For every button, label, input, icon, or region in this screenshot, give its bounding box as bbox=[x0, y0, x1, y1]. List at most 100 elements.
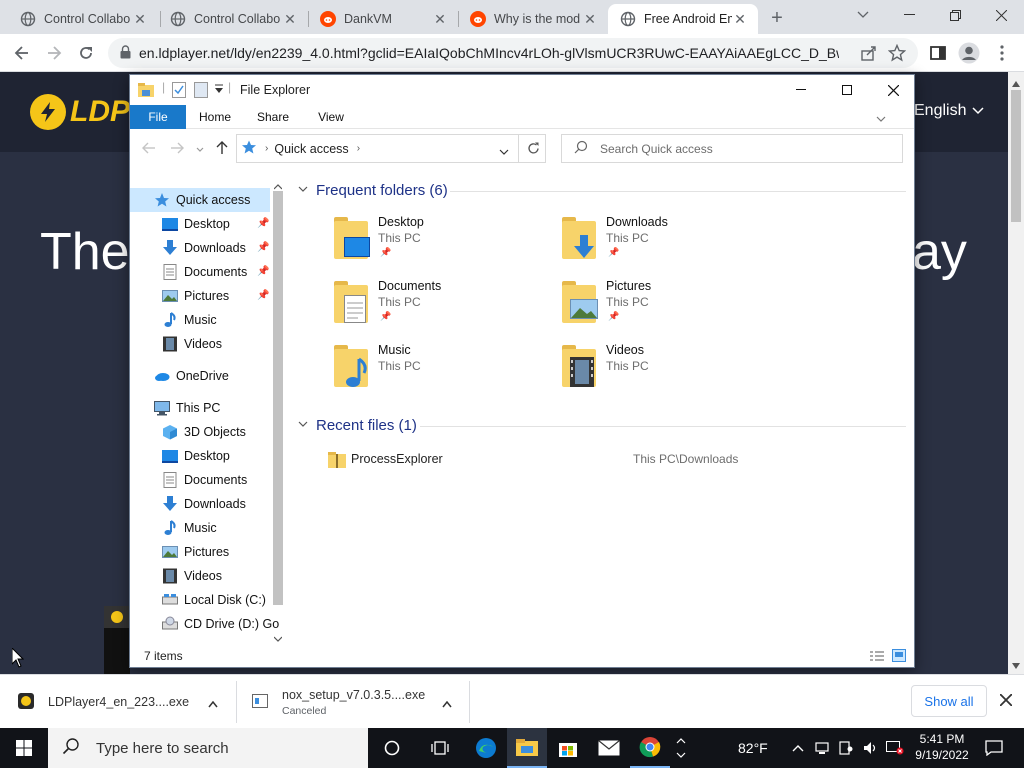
address-history-icon[interactable] bbox=[499, 145, 509, 159]
edge-browser-icon[interactable] bbox=[466, 728, 506, 768]
maximize-button[interactable] bbox=[824, 75, 870, 105]
cortana-icon[interactable] bbox=[372, 728, 412, 768]
side-panel-icon[interactable] bbox=[924, 39, 952, 67]
expand-ribbon-icon[interactable] bbox=[876, 112, 886, 126]
chevron-right-icon[interactable]: › bbox=[357, 143, 360, 154]
explorer-title-bar[interactable]: | | File Explorer bbox=[130, 75, 914, 105]
nav-item-onedrive[interactable]: OneDrive bbox=[130, 364, 270, 388]
file-explorer-taskbar-icon[interactable] bbox=[507, 728, 547, 768]
new-tab-button[interactable]: + bbox=[764, 5, 790, 31]
nav-item-documents[interactable]: Documents bbox=[130, 468, 270, 492]
task-view-icon[interactable] bbox=[420, 728, 460, 768]
tab-share[interactable]: Share bbox=[250, 105, 296, 129]
clock[interactable]: 5:41 PM 9/19/2022 bbox=[912, 731, 972, 763]
nav-item-3d-objects[interactable]: 3D Objects bbox=[130, 420, 270, 444]
nav-item-documents[interactable]: Documents 📌 bbox=[130, 260, 270, 284]
tab-file[interactable]: File bbox=[130, 105, 186, 129]
nav-item-pictures[interactable]: Pictures bbox=[130, 540, 270, 564]
qat-dropdown-icon[interactable] bbox=[214, 83, 224, 98]
tab-view[interactable]: View bbox=[308, 105, 354, 129]
minimize-button[interactable] bbox=[886, 0, 932, 30]
nav-item-this-pc[interactable]: This PC bbox=[130, 396, 270, 420]
share-icon[interactable] bbox=[860, 44, 878, 65]
forward-arrow-icon[interactable] bbox=[170, 142, 184, 157]
folder-tile-music[interactable]: Music This PC bbox=[330, 343, 550, 403]
scrollbar-thumb[interactable] bbox=[273, 191, 283, 605]
chrome-icon[interactable] bbox=[630, 728, 670, 768]
nav-item-desktop[interactable]: Desktop bbox=[130, 444, 270, 468]
new-folder-icon[interactable] bbox=[194, 82, 208, 101]
browser-tab[interactable]: Why is the mod ✕ bbox=[458, 4, 608, 34]
mail-icon[interactable] bbox=[589, 728, 629, 768]
address-box[interactable]: › Quick access › bbox=[236, 134, 546, 163]
nav-item-videos[interactable]: Videos bbox=[130, 564, 270, 588]
file-explorer-window[interactable]: | | File Explorer File Home Share View ›… bbox=[129, 74, 915, 668]
folder-tile-documents[interactable]: Documents This PC 📌 bbox=[330, 279, 550, 339]
browser-tab[interactable]: Control Collabo ✕ bbox=[158, 4, 308, 34]
close-window-button[interactable] bbox=[870, 75, 916, 105]
close-icon[interactable]: ✕ bbox=[732, 11, 748, 28]
device-icon[interactable] bbox=[834, 728, 858, 768]
nav-item-downloads[interactable]: Downloads 📌 bbox=[130, 236, 270, 260]
bookmark-star-icon[interactable] bbox=[887, 43, 907, 65]
chevron-down-icon[interactable] bbox=[840, 0, 886, 30]
close-icon[interactable]: ✕ bbox=[132, 11, 148, 28]
nav-item-music[interactable]: Music bbox=[130, 516, 270, 540]
ldplayer-logo[interactable]: LDP bbox=[30, 94, 130, 130]
forward-arrow-icon[interactable] bbox=[40, 39, 68, 67]
scrollbar-thumb[interactable] bbox=[1011, 90, 1021, 222]
recent-file-row[interactable]: ProcessExplorer This PC\Downloads bbox=[326, 449, 806, 471]
chevron-up-icon[interactable] bbox=[208, 697, 218, 711]
folder-tile-downloads[interactable]: Downloads This PC 📌 bbox=[558, 215, 778, 275]
up-arrow-icon[interactable] bbox=[216, 140, 228, 157]
navigation-pane-scrollbar[interactable] bbox=[270, 175, 286, 643]
scroll-up-icon[interactable] bbox=[1012, 76, 1020, 90]
weather-temperature[interactable]: 82°F bbox=[738, 740, 768, 756]
close-icon[interactable]: ✕ bbox=[582, 11, 598, 28]
volume-icon[interactable] bbox=[858, 728, 882, 768]
download-item[interactable]: LDPlayer4_en_223....exe bbox=[18, 675, 228, 729]
folder-tile-pictures[interactable]: Pictures This PC 📌 bbox=[558, 279, 778, 339]
restore-button[interactable] bbox=[932, 0, 978, 30]
nav-item-desktop[interactable]: Desktop 📌 bbox=[130, 212, 270, 236]
recent-locations-icon[interactable] bbox=[196, 142, 204, 156]
nav-item-downloads[interactable]: Downloads bbox=[130, 492, 270, 516]
lock-icon[interactable] bbox=[120, 44, 131, 62]
download-item[interactable]: nox_setup_v7.0.3.5....exe Canceled bbox=[252, 675, 462, 729]
keyboard-layout-icon[interactable] bbox=[882, 728, 908, 768]
more-menu-icon[interactable] bbox=[988, 39, 1016, 67]
nav-item-videos[interactable]: Videos bbox=[130, 332, 270, 356]
browser-tab[interactable]: Control Collabo ✕ bbox=[8, 4, 158, 34]
back-arrow-icon[interactable] bbox=[8, 39, 36, 67]
recent-files-header[interactable]: Recent files (1) bbox=[298, 417, 417, 434]
chevron-up-icon[interactable] bbox=[784, 728, 812, 768]
nav-item-cd-drive[interactable]: CD Drive (D:) Go bbox=[130, 612, 279, 636]
notification-icon[interactable] bbox=[974, 728, 1014, 768]
properties-icon[interactable] bbox=[172, 82, 186, 101]
nav-item-local-disk[interactable]: Local Disk (C:) bbox=[130, 588, 270, 612]
browser-tab-active[interactable]: Free Android Em ✕ bbox=[608, 4, 758, 34]
taskbar-overflow-icon[interactable] bbox=[666, 728, 696, 768]
close-window-button[interactable] bbox=[978, 0, 1024, 30]
frequent-folders-header[interactable]: Frequent folders (6) bbox=[298, 182, 448, 199]
folder-tile-desktop[interactable]: Desktop This PC 📌 bbox=[330, 215, 550, 275]
address-bar[interactable]: en.ldplayer.net/ldy/en2239_4.0.html?gcli… bbox=[108, 38, 918, 68]
refresh-icon[interactable] bbox=[518, 134, 547, 163]
close-icon[interactable]: ✕ bbox=[432, 11, 448, 28]
chevron-up-icon[interactable] bbox=[442, 697, 452, 711]
scroll-down-icon[interactable] bbox=[273, 631, 283, 645]
close-icon[interactable] bbox=[999, 693, 1013, 709]
microsoft-store-icon[interactable] bbox=[548, 728, 588, 768]
details-view-icon[interactable] bbox=[870, 650, 884, 665]
browser-tab[interactable]: DankVM ✕ bbox=[308, 4, 458, 34]
folder-tile-videos[interactable]: Videos This PC bbox=[558, 343, 778, 403]
minimize-button[interactable] bbox=[778, 75, 824, 105]
large-icons-view-icon[interactable] bbox=[892, 649, 906, 665]
nav-item-quick-access[interactable]: Quick access bbox=[130, 188, 270, 212]
back-arrow-icon[interactable] bbox=[142, 142, 156, 157]
nav-item-music[interactable]: Music bbox=[130, 308, 270, 332]
tab-home[interactable]: Home bbox=[192, 105, 238, 129]
show-all-button[interactable]: Show all bbox=[911, 685, 987, 717]
close-icon[interactable]: ✕ bbox=[282, 11, 298, 28]
search-box[interactable]: Search Quick access bbox=[561, 134, 903, 163]
